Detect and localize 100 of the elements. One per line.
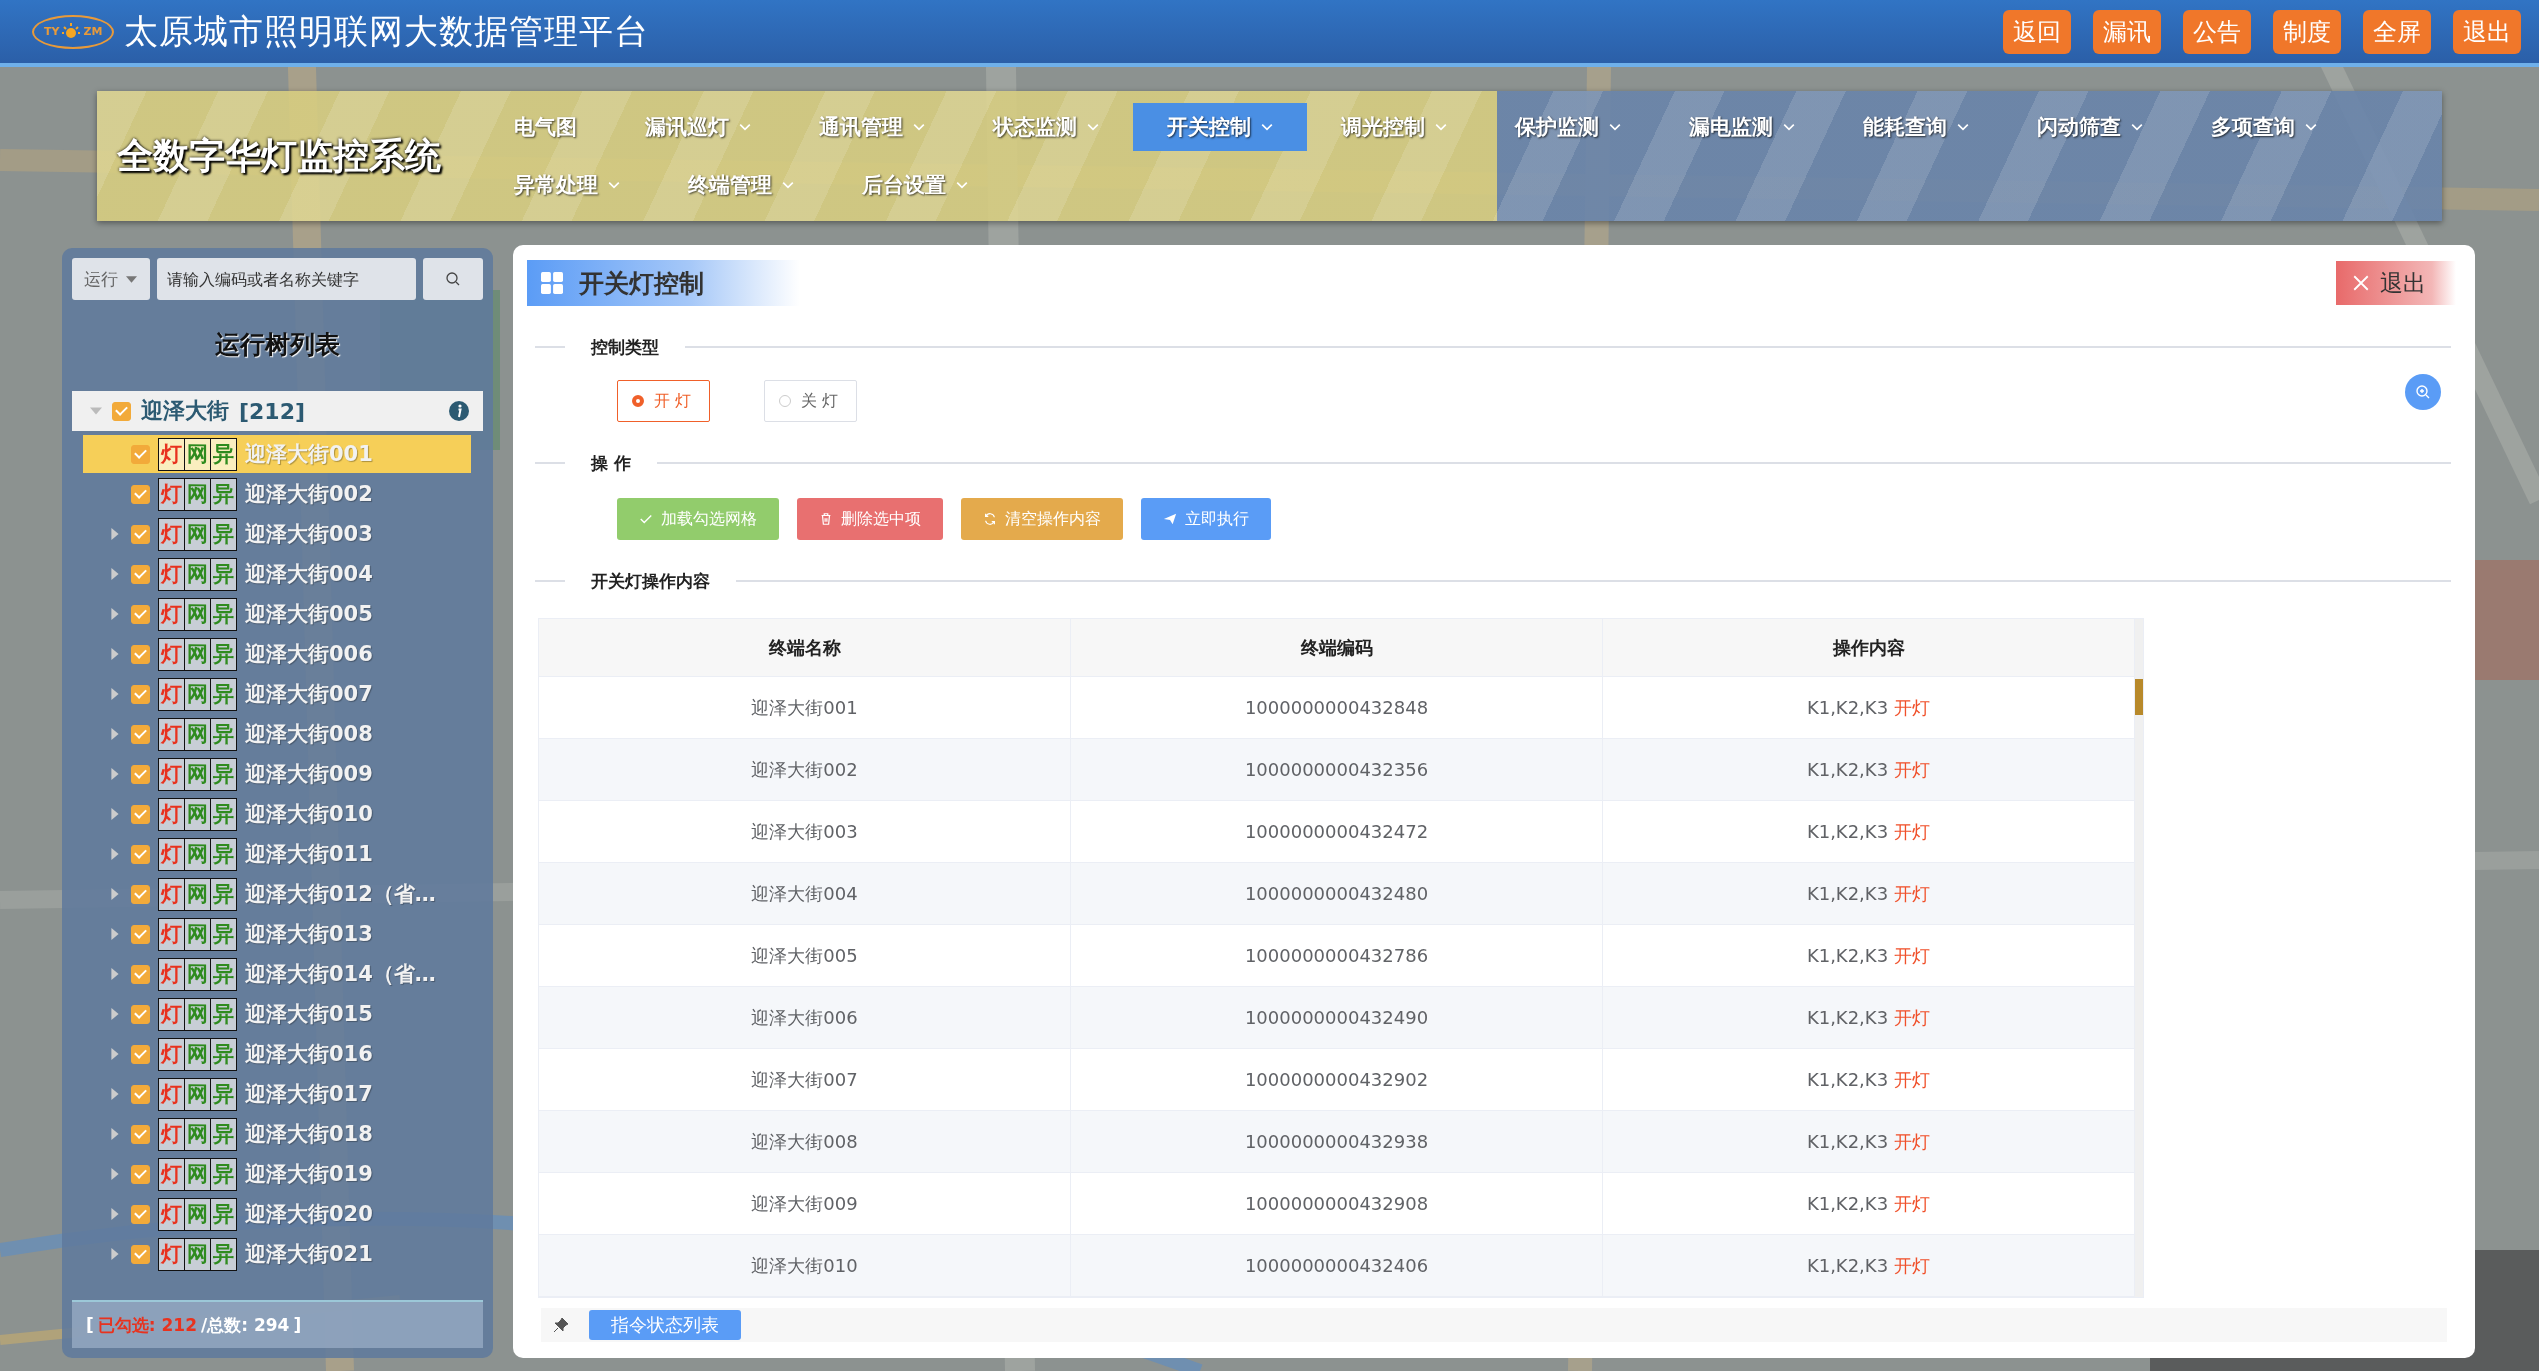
header-button[interactable]: 全屏	[2363, 9, 2431, 54]
expand-arrow-icon[interactable]	[111, 1048, 119, 1060]
header-button[interactable]: 返回	[2003, 9, 2071, 54]
checkbox[interactable]	[131, 844, 150, 864]
status-tag: 网	[184, 438, 210, 470]
expand-arrow-icon[interactable]	[111, 1128, 119, 1140]
tree-item[interactable]: 灯 网 异 迎泽大街015	[83, 995, 471, 1033]
status-tag: 网	[184, 638, 210, 670]
tree-item[interactable]: 灯 网 异 迎泽大街012（省…	[83, 875, 471, 913]
zoom-in-button[interactable]	[2405, 374, 2441, 410]
expand-arrow-icon[interactable]	[111, 1088, 119, 1100]
checkbox[interactable]	[131, 924, 150, 944]
checkbox[interactable]	[131, 1004, 150, 1024]
exit-button[interactable]: 退出	[2336, 261, 2456, 305]
menu-item[interactable]: 保护监测	[1481, 103, 1655, 151]
tree-node[interactable]: 迎泽大街 [212]	[72, 391, 483, 431]
tree-item[interactable]: 灯 网 异 迎泽大街021	[83, 1235, 471, 1273]
expand-arrow-icon[interactable]	[111, 688, 119, 700]
header-button[interactable]: 漏讯	[2093, 9, 2161, 54]
checkbox[interactable]	[131, 1044, 150, 1064]
checkbox[interactable]	[131, 444, 150, 464]
radio-button[interactable]: 开 灯	[617, 380, 711, 422]
search-field[interactable]: 请输入编码或者名称关键字	[156, 258, 417, 300]
header-button[interactable]: 公告	[2183, 9, 2251, 54]
expand-arrow-icon[interactable]	[111, 1168, 119, 1180]
tree-item[interactable]: 灯 网 异 迎泽大街017	[83, 1075, 471, 1113]
checkbox[interactable]	[131, 604, 150, 624]
checkbox[interactable]	[112, 401, 131, 421]
checkbox[interactable]	[131, 1244, 150, 1264]
expand-arrow-icon[interactable]	[111, 1008, 119, 1020]
expand-arrow-icon[interactable]	[111, 928, 119, 940]
menu-item[interactable]: 漏电监测	[1655, 103, 1829, 151]
expand-arrow-icon[interactable]	[111, 1248, 119, 1260]
tree-item[interactable]: 灯 网 异 迎泽大街013	[83, 915, 471, 953]
expand-arrow-icon[interactable]	[111, 808, 119, 820]
expand-arrow-icon[interactable]	[111, 528, 119, 540]
checkbox[interactable]	[131, 884, 150, 904]
action-button[interactable]: 清空操作内容	[961, 498, 1123, 540]
status-tag: 灯	[159, 918, 184, 950]
caret-icon	[739, 123, 751, 131]
checkbox[interactable]	[131, 524, 150, 544]
action-button[interactable]: 立即执行	[1141, 498, 1271, 540]
tree-item[interactable]: 灯 网 异 迎泽大街004	[83, 555, 471, 593]
tree-item[interactable]: 灯 网 异 迎泽大街008	[83, 715, 471, 753]
checkbox[interactable]	[131, 764, 150, 784]
tree-item[interactable]: 灯 网 异 迎泽大街002	[83, 475, 471, 513]
checkbox[interactable]	[131, 964, 150, 984]
tree-item[interactable]: 灯 网 异 迎泽大街010	[83, 795, 471, 833]
tree-item[interactable]: 灯 网 异 迎泽大街005	[83, 595, 471, 633]
menu-item[interactable]: 多项查询	[2177, 103, 2351, 151]
filter-dropdown[interactable]: 运行	[72, 258, 150, 300]
info-icon[interactable]	[449, 401, 469, 421]
status-tag: 异	[210, 838, 236, 870]
checkbox[interactable]	[131, 1084, 150, 1104]
menu-item[interactable]: 能耗查询	[1829, 103, 2003, 151]
tree-item[interactable]: 灯 网 异 迎泽大街003	[83, 515, 471, 553]
checkbox[interactable]	[131, 804, 150, 824]
expand-arrow-icon[interactable]	[111, 768, 119, 780]
expand-arrow-icon[interactable]	[111, 608, 119, 620]
expand-arrow-icon[interactable]	[111, 568, 119, 580]
tab[interactable]: 指令状态列表	[589, 1310, 741, 1340]
menu-item[interactable]: 闪动筛查	[2003, 103, 2177, 151]
tree-item[interactable]: 灯 网 异 迎泽大街011	[83, 835, 471, 873]
tree-item[interactable]: 灯 网 异 迎泽大街019	[83, 1155, 471, 1193]
menu-item[interactable]: 开关控制	[1133, 103, 1307, 151]
expand-arrow-icon[interactable]	[90, 407, 102, 415]
search-button[interactable]	[423, 258, 483, 300]
action-button[interactable]: 删除选中项	[797, 498, 943, 540]
header-button[interactable]: 制度	[2273, 9, 2341, 54]
tree-item[interactable]: 灯 网 异 迎泽大街018	[83, 1115, 471, 1153]
status-tag: 灯	[159, 1238, 184, 1270]
expand-arrow-icon[interactable]	[111, 1208, 119, 1220]
tree-item[interactable]: 灯 网 异 迎泽大街020	[83, 1195, 471, 1233]
checkbox[interactable]	[131, 1204, 150, 1224]
expand-arrow-icon[interactable]	[111, 888, 119, 900]
action-button[interactable]: 加载勾选网格	[617, 498, 779, 540]
checkbox[interactable]	[131, 644, 150, 664]
search-icon	[445, 271, 462, 287]
tree-item[interactable]: 灯 网 异 迎泽大街014（省…	[83, 955, 471, 993]
pin-icon[interactable]	[553, 1317, 569, 1333]
radio-button[interactable]: 关 灯	[764, 380, 858, 422]
checkbox[interactable]	[131, 724, 150, 744]
tree-item[interactable]: 灯 网 异 迎泽大街007	[83, 675, 471, 713]
expand-arrow-icon[interactable]	[111, 728, 119, 740]
scrollbar[interactable]	[2135, 619, 2143, 1297]
expand-arrow-icon[interactable]	[111, 848, 119, 860]
tree-item[interactable]: 灯 网 异 迎泽大街009	[83, 755, 471, 793]
checkbox[interactable]	[131, 1164, 150, 1184]
expand-arrow-icon[interactable]	[111, 968, 119, 980]
tree-item[interactable]: 灯 网 异 迎泽大街016	[83, 1035, 471, 1073]
status-tag: 异	[210, 798, 236, 830]
expand-arrow-icon[interactable]	[111, 648, 119, 660]
tree-item[interactable]: 灯 网 异 迎泽大街006	[83, 635, 471, 673]
checkbox[interactable]	[131, 564, 150, 584]
tree-item[interactable]: 灯 网 异 迎泽大街001	[83, 435, 471, 473]
checkbox[interactable]	[131, 1124, 150, 1144]
checkbox[interactable]	[131, 484, 150, 504]
status-tag: 灯	[159, 598, 184, 630]
checkbox[interactable]	[131, 684, 150, 704]
header-button[interactable]: 退出	[2453, 9, 2521, 54]
